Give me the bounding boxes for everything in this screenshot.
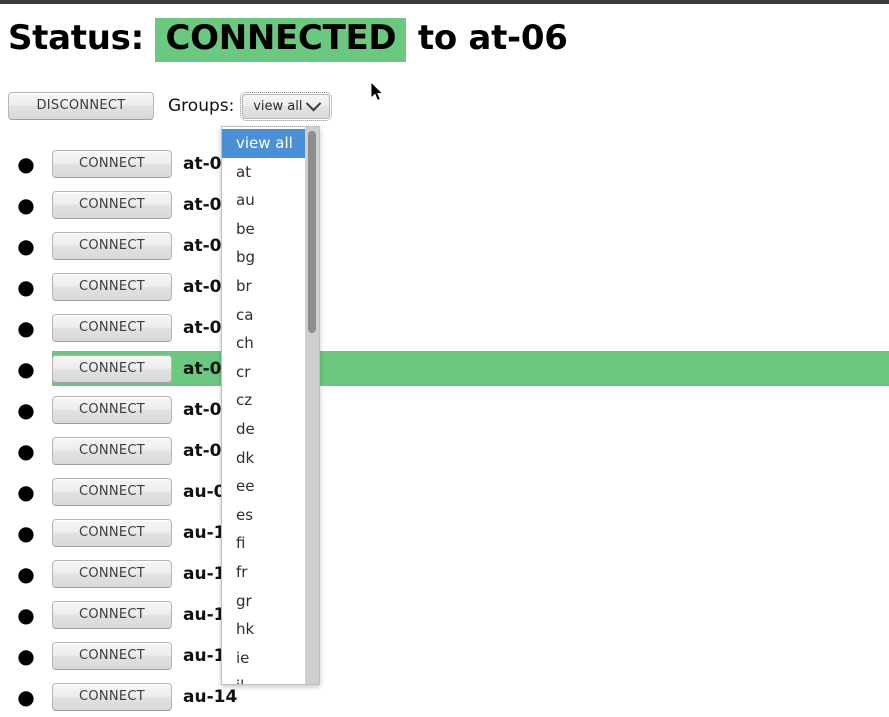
connect-button[interactable]: CONNECT: [52, 641, 172, 670]
dropdown-option[interactable]: au: [222, 186, 305, 215]
bullet-icon: ●: [17, 561, 35, 586]
bullet-icon: ●: [17, 315, 35, 340]
bullet-icon: ●: [17, 602, 35, 627]
server-row: ● CONNECT at-03: [0, 225, 889, 266]
bullet-icon: ●: [17, 192, 35, 217]
connect-button[interactable]: CONNECT: [52, 190, 172, 219]
server-row: ● CONNECT at-08: [0, 430, 889, 471]
dropdown-option[interactable]: fi: [222, 529, 305, 558]
dropdown-option[interactable]: fr: [222, 558, 305, 587]
dropdown-option[interactable]: at: [222, 158, 305, 187]
groups-select-wrap: view all: [240, 91, 333, 121]
server-row: ● CONNECT au-11: [0, 553, 889, 594]
dropdown-option[interactable]: ie: [222, 644, 305, 673]
connect-button[interactable]: CONNECT: [52, 354, 172, 383]
bullet-icon: ●: [17, 356, 35, 381]
dropdown-option[interactable]: de: [222, 415, 305, 444]
window-chrome-strip: [0, 0, 889, 4]
dropdown-option[interactable]: br: [222, 272, 305, 301]
dropdown-option[interactable]: dk: [222, 444, 305, 473]
connect-button[interactable]: CONNECT: [52, 682, 172, 711]
dropdown-scrollbar[interactable]: [305, 127, 319, 684]
connect-button[interactable]: CONNECT: [52, 231, 172, 260]
groups-dropdown-popup[interactable]: view all at au be bg br ca ch cr cz de dk ee es fi fr gr…: [221, 126, 320, 685]
connect-button[interactable]: CONNECT: [52, 559, 172, 588]
bullet-icon: ●: [17, 397, 35, 422]
server-row: ● CONNECT at-05: [0, 307, 889, 348]
server-row: ● CONNECT au-09: [0, 471, 889, 512]
server-row: ● CONNECT at-04: [0, 266, 889, 307]
connect-button[interactable]: CONNECT: [52, 272, 172, 301]
bullet-icon: ●: [17, 684, 35, 709]
bullet-icon: ●: [17, 233, 35, 258]
dropdown-option[interactable]: il: [222, 672, 305, 684]
disconnect-button[interactable]: DISCONNECT: [8, 92, 154, 120]
server-row: ● CONNECT at-02: [0, 184, 889, 225]
dropdown-option[interactable]: cz: [222, 386, 305, 415]
server-row: ● CONNECT au-13: [0, 635, 889, 676]
server-row: ● CONNECT au-14: [0, 676, 889, 717]
page-title: Status: CONNECTED to at-06: [8, 18, 568, 63]
groups-select-value: view all: [253, 98, 303, 114]
dropdown-option[interactable]: be: [222, 215, 305, 244]
dropdown-option[interactable]: ca: [222, 301, 305, 330]
server-row: ● CONNECT at-01: [0, 143, 889, 184]
dropdown-option[interactable]: es: [222, 501, 305, 530]
groups-select[interactable]: view all: [240, 91, 333, 121]
server-row: ● CONNECT at-07: [0, 389, 889, 430]
connect-button[interactable]: CONNECT: [52, 395, 172, 424]
groups-label: Groups:: [168, 96, 235, 116]
bullet-icon: ●: [17, 274, 35, 299]
bullet-icon: ●: [17, 479, 35, 504]
bullet-icon: ●: [17, 643, 35, 668]
bullet-icon: ●: [17, 151, 35, 176]
server-row: ● CONNECT at-06: [0, 348, 889, 389]
server-list: ● CONNECT at-01 ● CONNECT at-02 ● CONNECT at-03 ●…: [0, 143, 889, 717]
status-label: Status:: [8, 18, 144, 58]
dropdown-option[interactable]: ee: [222, 472, 305, 501]
bullet-icon: ●: [17, 438, 35, 463]
connect-button[interactable]: CONNECT: [52, 477, 172, 506]
connect-button[interactable]: CONNECT: [52, 313, 172, 342]
connect-button[interactable]: CONNECT: [52, 436, 172, 465]
dropdown-option[interactable]: gr: [222, 587, 305, 616]
dropdown-option[interactable]: cr: [222, 358, 305, 387]
server-name: au-14: [183, 686, 238, 707]
connected-row-highlight: [52, 351, 889, 386]
chevron-down-icon: [306, 95, 322, 111]
status-badge: CONNECTED: [155, 18, 407, 63]
dropdown-option[interactable]: hk: [222, 615, 305, 644]
dropdown-option[interactable]: ch: [222, 329, 305, 358]
dropdown-option[interactable]: view all: [222, 129, 305, 158]
mouse-pointer-icon: [371, 82, 384, 101]
bullet-icon: ●: [17, 520, 35, 545]
toolbar: DISCONNECT Groups: view all: [8, 91, 333, 121]
status-target: to at-06: [417, 18, 568, 58]
server-row: ● CONNECT au-10: [0, 512, 889, 553]
connect-button[interactable]: CONNECT: [52, 149, 172, 178]
connect-button[interactable]: CONNECT: [52, 518, 172, 547]
connect-button[interactable]: CONNECT: [52, 600, 172, 629]
server-row: ● CONNECT au-12: [0, 594, 889, 635]
dropdown-scrollbar-thumb[interactable]: [308, 131, 316, 333]
dropdown-option[interactable]: bg: [222, 243, 305, 272]
groups-option-list: view all at au be bg br ca ch cr cz de dk ee es fi fr gr…: [222, 127, 305, 684]
